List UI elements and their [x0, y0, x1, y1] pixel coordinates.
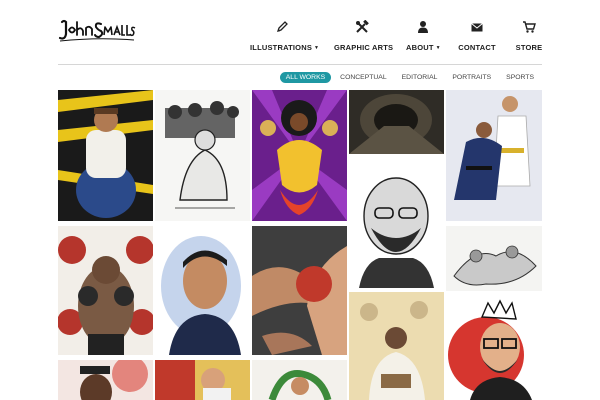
site-logo[interactable] — [58, 16, 136, 44]
gallery-tile-kneeling-sketch[interactable] — [155, 90, 250, 221]
chevron-down-icon: ▼ — [435, 45, 441, 51]
portfolio-filters: ALL WORKS CONCEPTUAL EDITORIAL PORTRAITS… — [277, 71, 540, 83]
gallery-tile-judo-reading[interactable] — [349, 292, 444, 400]
gallery-tile-man-watercolor[interactable] — [155, 226, 250, 355]
gallery-tile-green-snake[interactable] — [252, 360, 347, 400]
pencil-icon — [250, 20, 314, 34]
gallery-tile-psychedelic[interactable] — [252, 90, 347, 221]
portfolio-grid — [58, 90, 542, 400]
nav-item-store[interactable]: STORE — [512, 20, 546, 55]
gallery-tile-boxer-red[interactable] — [58, 360, 153, 400]
nav-label-graphic-arts: GRAPHIC ARTS — [334, 43, 394, 52]
gallery-tile-wrestling-sketch[interactable] — [446, 226, 542, 291]
filter-sports[interactable]: SPORTS — [500, 72, 540, 83]
main-nav: ILLUSTRATIONS ▼ GRAPHIC ARTS ABOUT ▼ CONTA… — [250, 20, 545, 52]
nav-label-illustrations: ILLUSTRATIONS — [250, 43, 313, 52]
cart-icon — [512, 20, 546, 34]
filter-portraits[interactable]: PORTRAITS — [446, 72, 497, 83]
gallery-tile-judo-blackbelt[interactable] — [446, 90, 542, 221]
nav-label-contact: CONTACT — [458, 43, 496, 52]
header-divider — [58, 64, 542, 65]
gallery-tile-grappling-arms[interactable] — [252, 226, 347, 355]
filter-all-works[interactable]: ALL WORKS — [279, 71, 332, 83]
nav-item-about[interactable]: ABOUT ▼ — [406, 20, 441, 55]
nav-item-graphic-arts[interactable]: GRAPHIC ARTS — [334, 20, 394, 55]
envelope-icon — [458, 20, 496, 34]
filter-conceptual[interactable]: CONCEPTUAL — [334, 72, 392, 83]
gallery-tile-crowned-hipster[interactable] — [446, 295, 542, 400]
nav-item-illustrations[interactable]: ILLUSTRATIONS ▼ — [250, 20, 319, 55]
chevron-down-icon: ▼ — [314, 45, 320, 51]
person-icon — [406, 20, 440, 34]
gallery-tile-bald-bearded[interactable] — [349, 158, 444, 288]
nav-label-store: STORE — [515, 43, 543, 52]
filter-editorial[interactable]: EDITORIAL — [396, 72, 444, 83]
gallery-tile-boxing-gloves[interactable] — [58, 226, 153, 355]
gallery-tile-tunnel[interactable] — [349, 90, 444, 154]
john-smalls-logo — [58, 19, 136, 42]
gallery-tile-caution-tape[interactable] — [58, 90, 153, 221]
nav-label-about: ABOUT — [406, 43, 434, 52]
crossed-tools-icon — [334, 20, 390, 34]
nav-item-contact[interactable]: CONTACT — [458, 20, 496, 55]
gallery-tile-comic-fighters[interactable] — [155, 360, 250, 400]
